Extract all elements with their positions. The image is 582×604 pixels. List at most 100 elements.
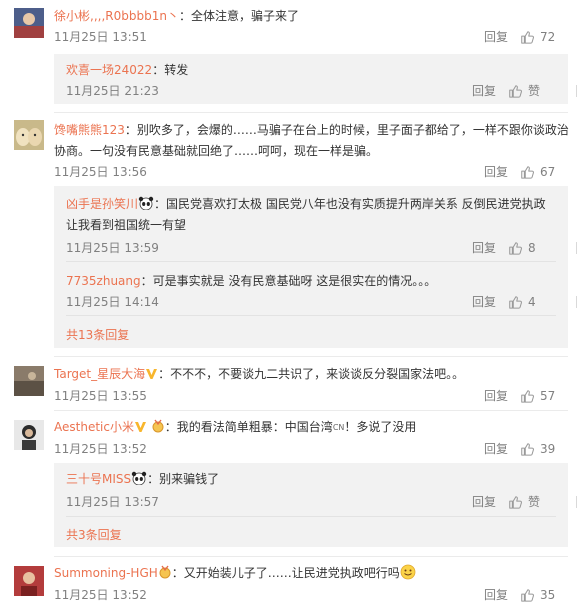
comment-text: ：又开始装儿子了……让民进党执政吧行吗	[171, 566, 400, 580]
like-button[interactable]: 39	[520, 440, 568, 458]
like-count: 35	[540, 588, 556, 602]
sub-reply-content: 凶手是孙笑川 ：国民党喜欢打太极 国民党八年也没有实质提升两岸关系 反倒民进党执政…	[66, 194, 556, 236]
reply-button[interactable]: 回复	[472, 293, 496, 311]
like-button[interactable]: 赞	[508, 493, 556, 511]
reply-text: ：别来骗钱了	[147, 472, 220, 486]
cn-flag-label: CN	[332, 423, 345, 432]
avatar[interactable]	[14, 8, 44, 38]
reply-button[interactable]: 回复	[472, 82, 496, 100]
sub-reply-content: 欢喜一场24022：转发	[66, 61, 556, 79]
vip-badge-icon	[134, 420, 147, 433]
comment-meta: 11月25日 13:56 回复 67	[54, 163, 568, 181]
divider	[66, 261, 556, 262]
thumbs-up-icon	[509, 296, 522, 309]
reply-button[interactable]: 回复	[472, 239, 496, 257]
reply-button[interactable]: 回复	[484, 163, 508, 181]
thumbs-up-icon	[509, 85, 522, 98]
comment-meta: 11月25日 13:55 回复 57	[54, 387, 568, 405]
reply-button[interactable]: 回复	[484, 586, 508, 604]
thumbs-up-icon	[509, 242, 522, 255]
comment-text-tail: ！多说了没用	[344, 420, 417, 434]
like-count: 72	[540, 30, 556, 44]
comment-meta: 11月25日 13:52 回复 35	[54, 586, 568, 604]
thumbs-up-icon	[521, 31, 534, 44]
username-link[interactable]: Target_星辰大海	[54, 367, 145, 381]
username-link[interactable]: Summoning-HGH	[54, 566, 158, 580]
divider	[576, 242, 577, 254]
comment-content: Target_星辰大海 ：不不不，不要谈九二共识了，来谈谈反分裂国家法吧。。	[54, 365, 568, 383]
thumbs-up-icon	[521, 166, 534, 179]
like-button[interactable]: 4	[508, 293, 556, 311]
like-label: 赞	[528, 84, 541, 98]
divider	[54, 112, 568, 113]
timestamp: 11月25日 13:57	[66, 495, 159, 509]
comment-text: ：不不不，不要谈九二共识了，来谈谈反分裂国家法吧。。	[158, 367, 465, 381]
comment-text: ：别吹多了，会爆的……马骗子在台上的时候，里子面子都给了，一样不跟你谈政治协商。…	[54, 123, 569, 158]
comment-content: Aesthetic小米 ：我的看法简单粗暴：中国台湾CN！多说了没用	[54, 418, 568, 437]
reply-text: ：转发	[152, 63, 189, 77]
timestamp: 11月25日 13:51	[54, 30, 147, 44]
medal-badge-icon	[151, 419, 165, 433]
reply-button[interactable]: 回复	[472, 493, 496, 511]
divider	[576, 496, 577, 508]
like-button[interactable]: 57	[520, 387, 568, 405]
divider	[54, 556, 568, 557]
sub-reply-box: 凶手是孙笑川 ：国民党喜欢打太极 国民党八年也没有实质提升两岸关系 反倒民进党执政…	[54, 186, 577, 348]
username-link[interactable]: 徐小彬,,,,R0bbbb1n丶	[54, 9, 179, 23]
username-link[interactable]: 凶手是孙笑川	[66, 197, 138, 211]
like-count: 8	[528, 241, 536, 255]
like-button[interactable]: 35	[520, 586, 568, 604]
like-count: 67	[540, 165, 556, 179]
panda-badge-icon	[138, 196, 154, 211]
timestamp: 11月25日 13:55	[54, 389, 147, 403]
avatar[interactable]	[14, 420, 44, 450]
like-button[interactable]: 赞	[508, 82, 556, 100]
thumbs-up-icon	[521, 443, 534, 456]
username-link[interactable]: 馋嘴熊熊123	[54, 123, 125, 137]
timestamp: 11月25日 13:59	[66, 241, 159, 255]
comment-content: 馋嘴熊熊123：别吹多了，会爆的……马骗子在台上的时候，里子面子都给了，一样不跟…	[54, 120, 572, 162]
comment-text: ：全体注意，骗子来了	[178, 9, 299, 23]
username-link[interactable]: Aesthetic小米	[54, 420, 134, 434]
timestamp: 11月25日 13:56	[54, 165, 147, 179]
reply-meta: 11月25日 14:14 回复 4	[66, 293, 577, 311]
sub-reply-content: 7735zhuang：可是事实就是 没有民意基础呀 这是很实在的情况。。。	[66, 272, 556, 290]
avatar[interactable]	[14, 366, 44, 396]
smile-emoji-icon	[400, 564, 416, 580]
reply-button[interactable]: 回复	[484, 440, 508, 458]
comment-meta: 11月25日 13:52 回复 39	[54, 440, 568, 458]
timestamp: 11月25日 21:23	[66, 84, 159, 98]
timestamp: 11月25日 14:14	[66, 295, 159, 309]
divider	[576, 296, 577, 308]
thumbs-up-icon	[509, 496, 522, 509]
reply-button[interactable]: 回复	[484, 387, 508, 405]
reply-text: ：可是事实就是 没有民意基础呀 这是很实在的情况。。。	[140, 274, 437, 288]
avatar[interactable]	[14, 120, 44, 150]
like-button[interactable]: 72	[520, 28, 568, 46]
timestamp: 11月25日 13:52	[54, 588, 147, 602]
more-replies-link[interactable]: 共13条回复	[66, 326, 129, 343]
reply-button[interactable]: 回复	[484, 28, 508, 46]
username-link[interactable]: 欢喜一场24022	[66, 63, 152, 77]
sub-reply-content: 三十号MISS ：别来骗钱了	[66, 470, 556, 488]
username-link[interactable]: 7735zhuang	[66, 274, 141, 288]
like-button[interactable]: 8	[508, 239, 556, 257]
like-button[interactable]: 67	[520, 163, 568, 181]
reply-meta: 11月25日 13:59 回复 8	[66, 239, 577, 257]
sub-reply-box: 三十号MISS ：别来骗钱了 11月25日 13:57 回复 赞 共3条回复	[54, 463, 577, 547]
reply-meta: 11月25日 21:23 回复 赞	[66, 82, 577, 100]
like-count: 57	[540, 389, 556, 403]
divider	[54, 410, 568, 411]
thumbs-up-icon	[521, 390, 534, 403]
like-count: 39	[540, 442, 556, 456]
divider	[66, 516, 556, 517]
divider	[66, 315, 556, 316]
comment-meta: 11月25日 13:51 回复 72	[54, 28, 568, 46]
comment-content: 徐小彬,,,,R0bbbb1n丶：全体注意，骗子来了	[54, 7, 568, 25]
avatar[interactable]	[14, 566, 44, 596]
sub-reply-box: 欢喜一场24022：转发 11月25日 21:23 回复 赞	[54, 54, 577, 104]
timestamp: 11月25日 13:52	[54, 442, 147, 456]
comment-text: ：我的看法简单粗暴：中国台湾	[164, 420, 333, 434]
more-replies-link[interactable]: 共3条回复	[66, 526, 122, 543]
username-link[interactable]: 三十号MISS	[66, 472, 131, 486]
